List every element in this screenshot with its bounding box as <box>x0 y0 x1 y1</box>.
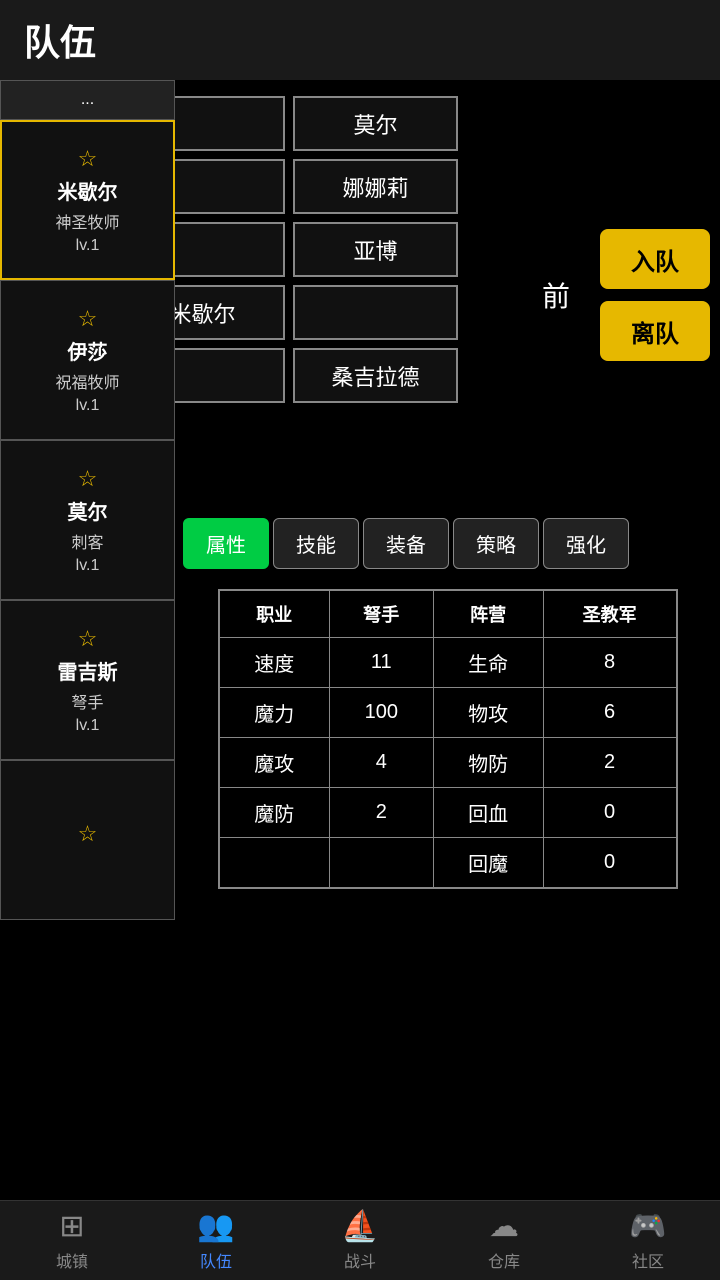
char-star-2: ☆ <box>78 466 98 492</box>
char-name-3: 雷吉斯 <box>58 656 118 685</box>
slot-5-right[interactable]: 桑吉拉德 <box>293 348 458 403</box>
stat-val-hp: 8 <box>543 638 676 688</box>
char-card-2[interactable]: ☆ 莫尔 刺客 lv.1 <box>0 440 175 600</box>
storage-icon: ☁ <box>489 1209 519 1244</box>
tab-skills[interactable]: 技能 <box>273 518 359 569</box>
stat-val-mdef: 2 <box>329 788 433 838</box>
tab-equipment[interactable]: 装备 <box>363 518 449 569</box>
nav-storage[interactable]: ☁ 仓库 <box>432 1209 576 1272</box>
battle-icon: ⛵ <box>341 1209 378 1244</box>
formation-grid: 莫尔 娜娜莉 亚博 米歇尔 桑吉拉德 <box>120 96 540 403</box>
stat-label-mp-regen: 回魔 <box>433 838 543 889</box>
formation-row: 米歇尔 <box>120 285 540 340</box>
stat-label-hp: 生命 <box>433 638 543 688</box>
leave-button[interactable]: 离队 <box>600 301 710 361</box>
char-card-3[interactable]: ☆ 雷吉斯 弩手 lv.1 <box>0 600 175 760</box>
stats-header-row: 职业 弩手 阵营 圣教军 <box>219 590 677 638</box>
nav-town[interactable]: ⊞ 城镇 <box>0 1209 144 1272</box>
char-class-1: 祝福牧师 <box>55 369 119 393</box>
stat-val-matk: 4 <box>329 738 433 788</box>
stat-label-patk: 物攻 <box>433 688 543 738</box>
col-header-job: 职业 <box>219 590 330 638</box>
char-class-3: 弩手 <box>71 689 103 713</box>
tab-strategy[interactable]: 策略 <box>453 518 539 569</box>
tab-attributes[interactable]: 属性 <box>183 518 269 569</box>
action-buttons: 入队 离队 <box>600 229 710 361</box>
page-title: 队伍 <box>24 14 96 66</box>
stat-label-speed: 速度 <box>219 638 330 688</box>
col-header-class: 弩手 <box>329 590 433 638</box>
nav-community[interactable]: 🎮 社区 <box>576 1209 720 1272</box>
stat-label-pdef: 物防 <box>433 738 543 788</box>
char-level-0: lv.1 <box>76 237 100 255</box>
header: 队伍 <box>0 0 720 80</box>
char-star-4: ☆ <box>78 821 98 847</box>
char-list: ... ☆ 米歇尔 神圣牧师 lv.1 ☆ 伊莎 祝福牧师 lv.1 ☆ 莫尔 … <box>0 80 175 1200</box>
team-icon: 👥 <box>197 1209 234 1244</box>
slot-2-right[interactable]: 娜娜莉 <box>293 159 458 214</box>
stat-label-empty <box>219 838 330 889</box>
stat-val-mp-regen: 0 <box>543 838 676 889</box>
stat-label-matk: 魔攻 <box>219 738 330 788</box>
char-level-1: lv.1 <box>76 397 100 415</box>
slot-4-right[interactable] <box>293 285 458 340</box>
formation-row: 娜娜莉 <box>120 159 540 214</box>
town-icon: ⊞ <box>59 1209 84 1244</box>
nav-label-town: 城镇 <box>56 1248 88 1272</box>
stat-val-speed: 11 <box>329 638 433 688</box>
nav-team[interactable]: 👥 队伍 <box>144 1209 288 1272</box>
formation-row: 亚博 <box>120 222 540 277</box>
front-label: 前 <box>542 275 570 315</box>
main-content: 属性 技能 装备 策略 强化 职业 弩手 阵营 圣教军 速度 11 <box>175 510 720 1200</box>
char-card-1[interactable]: ☆ 伊莎 祝福牧师 lv.1 <box>0 280 175 440</box>
col-header-org: 圣教军 <box>543 590 676 638</box>
nav-label-team: 队伍 <box>200 1248 232 1272</box>
stats-panel: 职业 弩手 阵营 圣教军 速度 11 生命 8 魔力 100 物攻 <box>175 577 720 901</box>
char-card-4[interactable]: ☆ <box>0 760 175 920</box>
stat-val-pdef: 2 <box>543 738 676 788</box>
formation-row: 桑吉拉德 <box>120 348 540 403</box>
app: 队伍 后 前 莫尔 娜娜莉 亚博 米歇尔 <box>0 0 720 1280</box>
char-star-0: ☆ <box>78 146 98 172</box>
bottom-nav: ⊞ 城镇 👥 队伍 ⛵ 战斗 ☁ 仓库 🎮 社区 <box>0 1200 720 1280</box>
nav-label-community: 社区 <box>632 1248 664 1272</box>
stat-val-empty <box>329 838 433 889</box>
char-list-header: ... <box>0 80 175 120</box>
char-name-1: 伊莎 <box>68 336 108 365</box>
formation-row: 莫尔 <box>120 96 540 151</box>
char-level-2: lv.1 <box>76 557 100 575</box>
tab-enhance[interactable]: 强化 <box>543 518 629 569</box>
stats-row-3: 魔防 2 回血 0 <box>219 788 677 838</box>
char-star-3: ☆ <box>78 626 98 652</box>
stats-row-2: 魔攻 4 物防 2 <box>219 738 677 788</box>
nav-label-battle: 战斗 <box>344 1248 376 1272</box>
stats-row-4: 回魔 0 <box>219 838 677 889</box>
char-name-2: 莫尔 <box>68 496 108 525</box>
char-card-0[interactable]: ☆ 米歇尔 神圣牧师 lv.1 <box>0 120 175 280</box>
stats-row-0: 速度 11 生命 8 <box>219 638 677 688</box>
community-icon: 🎮 <box>629 1209 666 1244</box>
stat-label-regen: 回血 <box>433 788 543 838</box>
stat-label-mp: 魔力 <box>219 688 330 738</box>
join-button[interactable]: 入队 <box>600 229 710 289</box>
char-name-0: 米歇尔 <box>58 176 118 205</box>
tabs-bar: 属性 技能 装备 策略 强化 <box>175 510 720 577</box>
char-class-0: 神圣牧师 <box>55 209 119 233</box>
stat-val-regen: 0 <box>543 788 676 838</box>
col-header-faction: 阵营 <box>433 590 543 638</box>
stat-val-patk: 6 <box>543 688 676 738</box>
slot-1-right[interactable]: 莫尔 <box>293 96 458 151</box>
nav-battle[interactable]: ⛵ 战斗 <box>288 1209 432 1272</box>
stat-val-mp: 100 <box>329 688 433 738</box>
char-star-1: ☆ <box>78 306 98 332</box>
char-class-2: 刺客 <box>71 529 103 553</box>
stat-label-mdef: 魔防 <box>219 788 330 838</box>
nav-label-storage: 仓库 <box>488 1248 520 1272</box>
stats-row-1: 魔力 100 物攻 6 <box>219 688 677 738</box>
char-level-3: lv.1 <box>76 717 100 735</box>
slot-3-right[interactable]: 亚博 <box>293 222 458 277</box>
stats-table: 职业 弩手 阵营 圣教军 速度 11 生命 8 魔力 100 物攻 <box>218 589 678 889</box>
